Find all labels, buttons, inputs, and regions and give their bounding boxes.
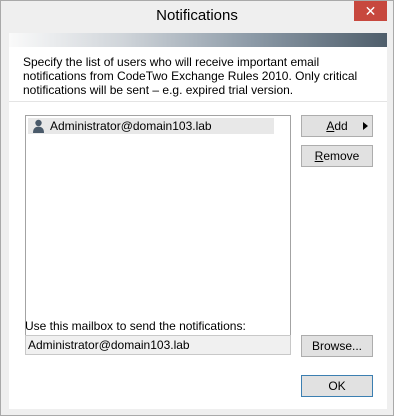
dialog-content: Specify the list of users who will recei… <box>9 47 387 409</box>
description-text: Specify the list of users who will recei… <box>23 55 358 97</box>
list-item[interactable]: Administrator@domain103.lab <box>28 118 274 134</box>
add-label: dd <box>334 119 348 133</box>
mailbox-field[interactable]: Administrator@domain103.lab <box>25 335 291 355</box>
add-button[interactable]: Add <box>301 115 373 137</box>
title-bar: Notifications ✕ <box>1 1 393 33</box>
ok-button[interactable]: OK <box>301 375 373 397</box>
header-banner <box>9 33 387 47</box>
notifications-dialog: Notifications ✕ Specify the list of user… <box>0 0 394 416</box>
list-item-label: Administrator@domain103.lab <box>50 119 212 133</box>
mailbox-label: Use this mailbox to send the notificatio… <box>25 319 246 333</box>
remove-button[interactable]: Remove <box>301 145 373 167</box>
user-icon <box>33 119 44 133</box>
remove-label: emove <box>323 149 360 163</box>
close-button[interactable]: ✕ <box>354 1 387 21</box>
separator <box>9 101 387 102</box>
close-icon: ✕ <box>364 3 377 19</box>
remove-accelerator: R <box>314 149 324 163</box>
window-title: Notifications <box>156 7 238 24</box>
browse-button[interactable]: Browse... <box>301 335 373 357</box>
submenu-arrow-icon <box>363 122 368 130</box>
